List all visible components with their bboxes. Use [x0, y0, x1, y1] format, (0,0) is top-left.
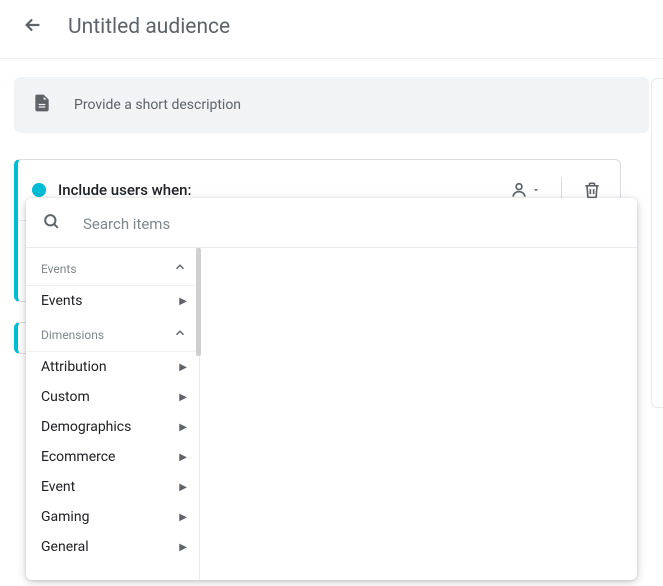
condition-indicator-dot	[32, 183, 46, 197]
category-label: Event	[41, 479, 75, 495]
category-item-ecommerce[interactable]: Ecommerce ▶	[26, 442, 199, 472]
category-item-event[interactable]: Event ▶	[26, 472, 199, 502]
chevron-right-icon: ▶	[179, 512, 187, 523]
category-label: Custom	[41, 389, 90, 405]
section-label: Dimensions	[41, 328, 104, 342]
section-dimensions-header[interactable]: Dimensions	[26, 316, 199, 352]
chevron-up-icon	[173, 326, 187, 343]
category-label: Demographics	[41, 419, 131, 435]
chevron-right-icon: ▶	[179, 362, 187, 373]
category-item-demographics[interactable]: Demographics ▶	[26, 412, 199, 442]
search-icon	[42, 212, 61, 235]
description-placeholder: Provide a short description	[74, 97, 241, 113]
condition-title: Include users when:	[58, 181, 503, 199]
search-row	[26, 198, 637, 248]
chevron-right-icon: ▶	[179, 422, 187, 433]
chevron-right-icon: ▶	[179, 452, 187, 463]
category-label: Events	[41, 293, 82, 309]
category-item-gaming[interactable]: Gaming ▶	[26, 502, 199, 532]
category-label: General	[41, 539, 89, 555]
chevron-right-icon: ▶	[179, 296, 187, 307]
category-item-general[interactable]: General ▶	[26, 532, 199, 562]
chevron-down-icon	[531, 185, 541, 195]
side-panel-peek	[651, 78, 663, 408]
category-label: Ecommerce	[41, 449, 115, 465]
description-bar[interactable]: Provide a short description	[14, 77, 649, 133]
page-title: Untitled audience	[68, 15, 230, 39]
page-header: Untitled audience	[0, 0, 663, 59]
category-list[interactable]: Events Events ▶ Dimensions Attribution ▶	[26, 248, 200, 580]
category-label: Gaming	[41, 509, 89, 525]
section-events-header[interactable]: Events	[26, 248, 199, 286]
category-item-attribution[interactable]: Attribution ▶	[26, 352, 199, 382]
chevron-right-icon: ▶	[179, 482, 187, 493]
category-item-events[interactable]: Events ▶	[26, 286, 199, 316]
search-input[interactable]	[83, 215, 621, 233]
chevron-up-icon	[173, 260, 187, 277]
item-picker-dropdown: Events Events ▶ Dimensions Attribution ▶	[26, 198, 637, 580]
chevron-right-icon: ▶	[179, 392, 187, 403]
back-arrow-icon[interactable]	[18, 10, 48, 44]
section-label: Events	[41, 262, 77, 276]
category-item-custom[interactable]: Custom ▶	[26, 382, 199, 412]
category-label: Attribution	[41, 359, 107, 375]
scrollbar[interactable]	[196, 248, 201, 356]
description-icon	[32, 93, 52, 117]
chevron-right-icon: ▶	[179, 542, 187, 553]
